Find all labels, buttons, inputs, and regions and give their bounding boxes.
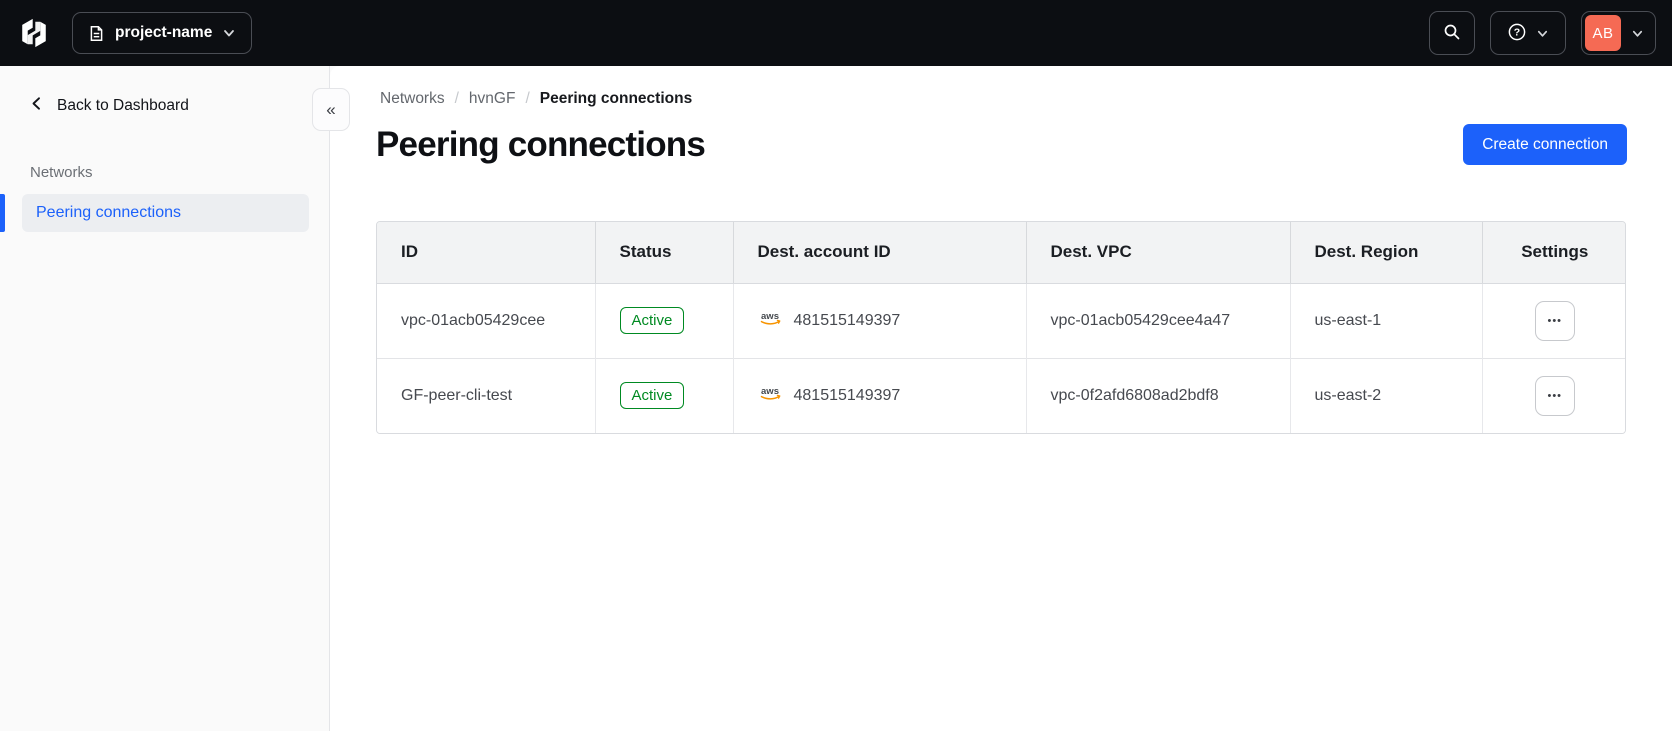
- cell-dest-account-id: aws 481515149397: [732, 283, 1026, 358]
- cell-dest-vpc: vpc-01acb05429cee4a47: [1025, 283, 1290, 358]
- sidebar-section-networks: Networks: [30, 164, 93, 181]
- create-connection-button[interactable]: Create connection: [1463, 124, 1627, 165]
- topbar-actions: ? AB: [1429, 11, 1656, 55]
- cell-settings: •••: [1481, 357, 1625, 433]
- sidebar: Back to Dashboard Networks Peering conne…: [0, 66, 330, 731]
- aws-logo-icon: aws: [758, 310, 783, 331]
- chevron-down-icon: [1623, 27, 1652, 40]
- table-row: GF-peer-cli-test Active aws 481515149397…: [377, 357, 1625, 433]
- avatar: AB: [1585, 15, 1621, 51]
- table-row: vpc-01acb05429cee Active aws 48151514939…: [377, 283, 1625, 358]
- page-title: Peering connections: [376, 124, 706, 164]
- breadcrumb-hvn[interactable]: hvnGF: [469, 90, 516, 108]
- cell-settings: •••: [1481, 283, 1625, 358]
- column-header-dest-account-id: Dest. account ID: [732, 222, 1026, 284]
- cell-dest-account-id: aws 481515149397: [732, 357, 1026, 433]
- document-icon: [88, 25, 105, 42]
- back-to-dashboard-label: Back to Dashboard: [57, 97, 189, 114]
- cell-dest-region: us-east-1: [1289, 283, 1482, 358]
- project-switcher-label: project-name: [115, 24, 213, 41]
- svg-text:?: ?: [1514, 26, 1520, 38]
- cell-status: Active: [594, 283, 733, 358]
- breadcrumb-separator: /: [525, 90, 530, 107]
- chevron-left-icon: [30, 96, 43, 116]
- page-header: Peering connections Create connection: [376, 124, 1627, 165]
- column-header-status: Status: [594, 222, 733, 284]
- peering-connections-table: ID Status Dest. account ID Dest. VPC Des…: [376, 221, 1626, 434]
- breadcrumb-separator: /: [454, 90, 459, 107]
- main-content: Networks / hvnGF / Peering connections P…: [330, 66, 1672, 731]
- svg-text:aws: aws: [761, 311, 779, 322]
- chevron-down-icon: [222, 26, 236, 40]
- account-id-value: 481515149397: [793, 311, 901, 329]
- project-switcher[interactable]: project-name: [72, 12, 253, 54]
- row-actions-button[interactable]: •••: [1534, 375, 1575, 416]
- column-header-settings: Settings: [1481, 222, 1625, 284]
- cell-dest-region: us-east-2: [1289, 357, 1482, 433]
- sidebar-item-peering-connections[interactable]: Peering connections: [0, 194, 309, 232]
- help-icon: ?: [1507, 22, 1527, 45]
- sidebar-item-label: Peering connections: [36, 204, 181, 221]
- row-actions-button[interactable]: •••: [1534, 300, 1575, 341]
- cell-status: Active: [594, 357, 733, 433]
- account-id-value: 481515149397: [793, 386, 901, 404]
- topbar: project-name ? AB: [0, 0, 1672, 66]
- breadcrumb-current: Peering connections: [539, 90, 693, 107]
- account-menu-button[interactable]: AB: [1581, 11, 1656, 55]
- back-to-dashboard-link[interactable]: Back to Dashboard: [0, 90, 329, 122]
- aws-logo-icon: aws: [758, 385, 783, 406]
- breadcrumb: Networks / hvnGF / Peering connections: [380, 90, 1627, 108]
- cell-dest-vpc: vpc-0f2afd6808ad2bdf8: [1025, 357, 1290, 433]
- search-icon: [1443, 23, 1461, 44]
- cell-id: GF-peer-cli-test: [377, 357, 595, 433]
- ellipsis-icon: •••: [1547, 389, 1563, 402]
- column-header-dest-region: Dest. Region: [1289, 222, 1482, 284]
- svg-text:aws: aws: [761, 386, 779, 397]
- column-header-dest-vpc: Dest. VPC: [1025, 222, 1290, 284]
- collapse-chevrons-icon: «: [326, 99, 336, 119]
- help-menu-button[interactable]: ?: [1490, 11, 1566, 55]
- search-button[interactable]: [1429, 11, 1475, 55]
- app-shell: Back to Dashboard Networks Peering conne…: [0, 66, 1672, 731]
- status-badge: Active: [619, 307, 685, 334]
- ellipsis-icon: •••: [1547, 314, 1563, 327]
- table-header-row: ID Status Dest. account ID Dest. VPC Des…: [377, 222, 1625, 284]
- breadcrumb-networks[interactable]: Networks: [380, 90, 445, 108]
- column-header-id: ID: [377, 222, 595, 284]
- sidebar-collapse-button[interactable]: «: [312, 88, 350, 131]
- hashicorp-logo-icon[interactable]: [18, 16, 50, 50]
- chevron-down-icon: [1536, 27, 1549, 40]
- active-indicator-bar: [0, 194, 5, 232]
- status-badge: Active: [619, 382, 685, 410]
- cell-id: vpc-01acb05429cee: [377, 283, 595, 358]
